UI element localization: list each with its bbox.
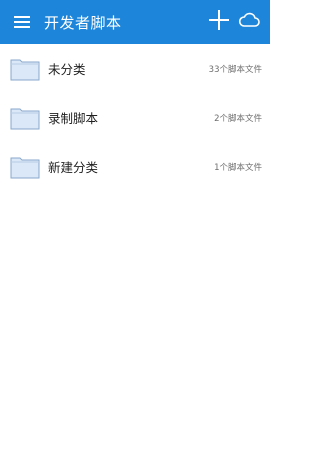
folder-row[interactable]: 录制脚本 2个脚本文件 (0, 93, 270, 142)
app-bar: 开发者脚本 (0, 0, 270, 44)
folder-icon (10, 55, 40, 83)
hamburger-menu-icon (14, 13, 30, 32)
app-window: 开发者脚本 未分类 33个脚本文件 录制脚本 2个脚本文件 新建分类 1个脚本文… (0, 0, 270, 450)
script-count: 33个脚本文件 (208, 64, 262, 75)
appbar-actions (204, 0, 270, 44)
add-button[interactable] (204, 0, 234, 44)
menu-button[interactable] (0, 0, 44, 44)
folder-row[interactable]: 未分类 33个脚本文件 (0, 44, 270, 93)
folder-icon (10, 153, 40, 181)
script-count: 2个脚本文件 (214, 113, 262, 124)
folder-name: 录制脚本 (48, 111, 99, 126)
folder-icon (10, 104, 40, 132)
script-count: 1个脚本文件 (214, 162, 262, 173)
folder-name: 未分类 (48, 62, 86, 77)
page-title: 开发者脚本 (44, 13, 122, 32)
folder-list: 未分类 33个脚本文件 录制脚本 2个脚本文件 新建分类 1个脚本文件 (0, 44, 270, 191)
plus-icon (209, 10, 229, 34)
folder-name: 新建分类 (48, 160, 99, 175)
cloud-icon (238, 12, 260, 32)
cloud-sync-button[interactable] (234, 0, 264, 44)
folder-row[interactable]: 新建分类 1个脚本文件 (0, 142, 270, 191)
